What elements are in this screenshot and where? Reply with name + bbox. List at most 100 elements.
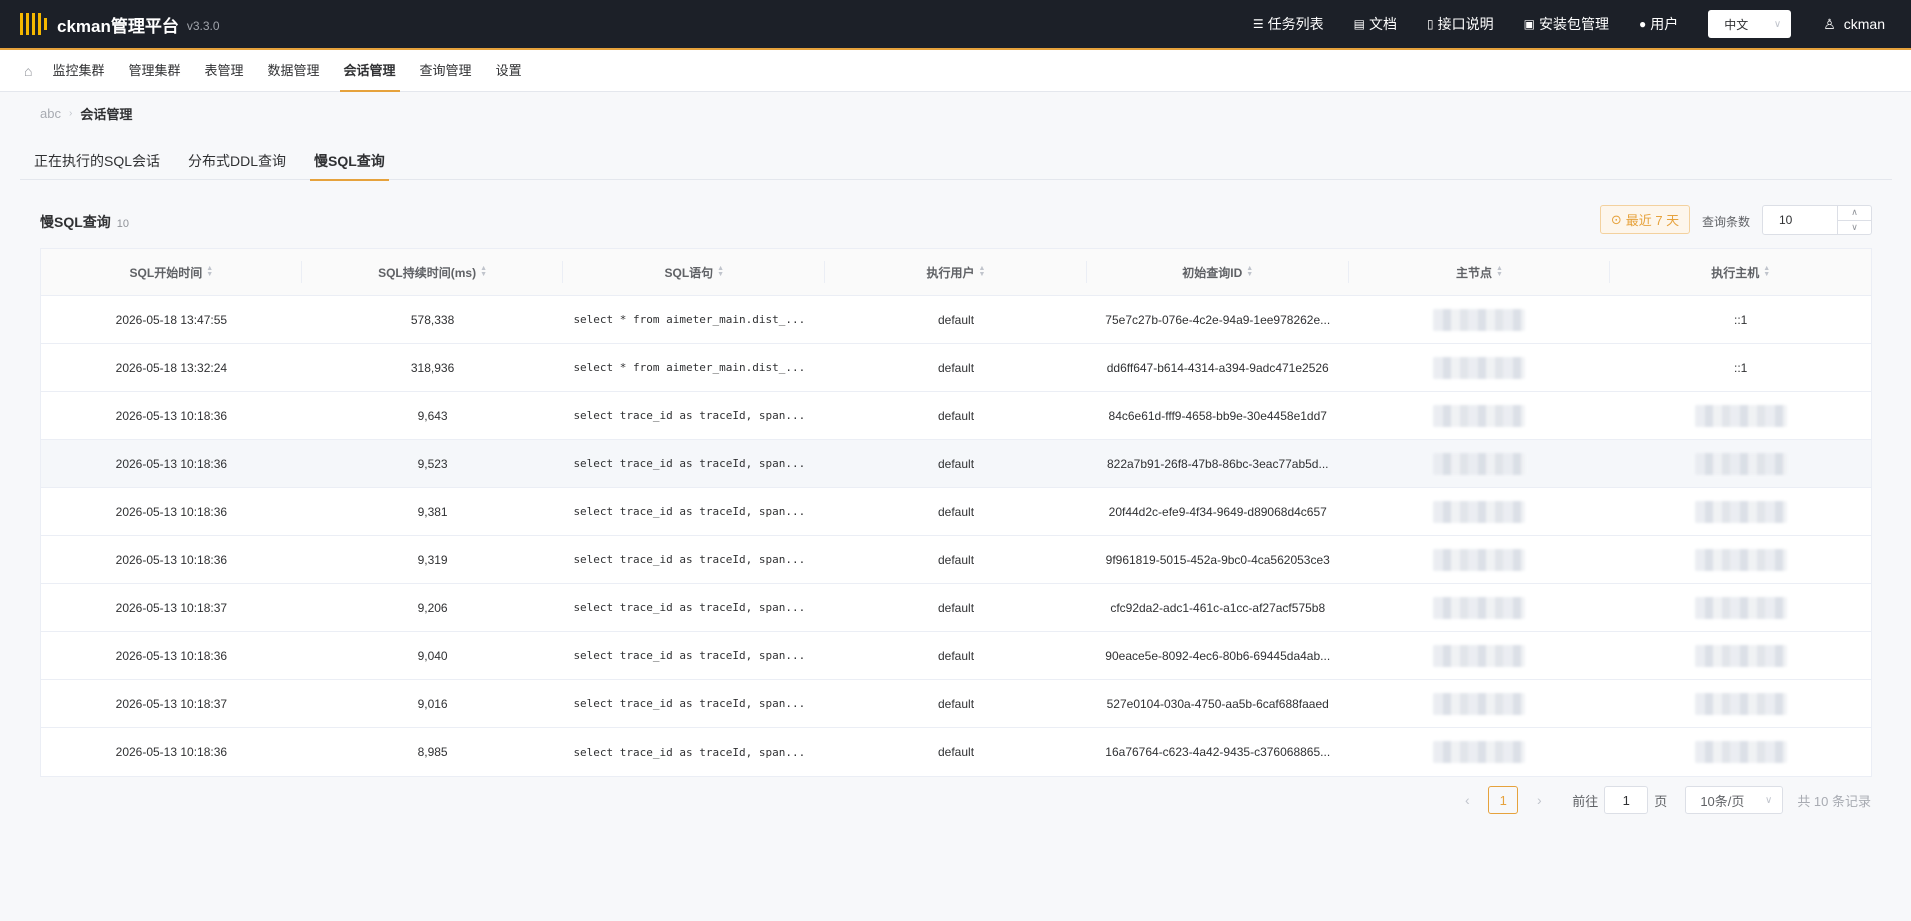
column-header-label: 执行主机 (1711, 265, 1760, 280)
cell-sql: select trace_id as traceId, span... (573, 409, 806, 422)
app-logo[interactable]: ckman管理平台 v3.3.0 (20, 12, 220, 37)
redacted-value (1694, 548, 1787, 571)
cell-master-node (1349, 392, 1611, 439)
recent-days-button[interactable]: ⊙ 最近 7 天 (1600, 205, 1690, 234)
query-limit-stepper[interactable]: 10 ∧ ∨ (1762, 205, 1872, 235)
cell-start-time: 2026-05-13 10:18:36 (115, 408, 228, 423)
list-icon: ☰ (1252, 17, 1264, 31)
table-row[interactable]: 2026-05-13 10:18:36 9,381 select trace_id … (41, 488, 1871, 536)
cell-duration: 318,936 (410, 360, 455, 375)
tab-monitor-cluster[interactable]: 监控集群 (52, 50, 104, 92)
sort-icon[interactable]: ▲ ▼ (979, 265, 986, 278)
table-row[interactable]: 2026-05-13 10:18:37 9,206 select trace_id … (41, 584, 1871, 632)
page-size-value: 10条/页 (1700, 793, 1745, 809)
table-header: SQL开始时间 ▲ ▼ SQL持续时间(ms) ▲ ▼ SQL语句 ▲ ▼ 执行用户 ▲ ▼ 初… (41, 249, 1871, 296)
nav-packages-label: 安装包管理 (1538, 16, 1609, 32)
redacted-value (1433, 308, 1526, 331)
table-row[interactable]: 2026-05-13 10:18:36 9,040 select trace_id … (41, 632, 1871, 680)
cell-start-time: 2026-05-18 13:32:24 (115, 360, 228, 375)
tab-data-manage[interactable]: 数据管理 (268, 50, 320, 92)
table-row[interactable]: 2026-05-13 10:18:36 9,643 select trace_id … (41, 392, 1871, 440)
next-page-icon[interactable]: › (1528, 792, 1550, 808)
nav-task-list-label: 任务列表 (1267, 16, 1324, 32)
redacted-value (1694, 692, 1787, 715)
breadcrumb: abc › 会话管理 (40, 104, 132, 123)
prev-page-icon[interactable]: ‹ (1456, 792, 1478, 808)
sort-icon[interactable]: ▲ ▼ (1496, 265, 1503, 278)
query-limit-value[interactable]: 10 (1763, 206, 1837, 234)
query-limit-label: 查询条数 (1702, 215, 1751, 229)
tab-query-manage[interactable]: 查询管理 (420, 50, 472, 92)
nav-packages[interactable]: ▣ 安装包管理 (1524, 14, 1609, 34)
column-header[interactable]: 执行用户 ▲ ▼ (825, 249, 1087, 295)
cell-duration: 9,206 (417, 600, 448, 615)
user-menu[interactable]: ♙ ckman (1823, 16, 1885, 33)
page-number[interactable]: 1 (1488, 786, 1519, 814)
nav-api[interactable]: ▯ 接口说明 (1427, 14, 1494, 34)
tab-manage-cluster[interactable]: 管理集群 (128, 50, 180, 92)
table-row[interactable]: 2026-05-18 13:47:55 578,338 select * from … (41, 296, 1871, 344)
nav-task-list[interactable]: ☰ 任务列表 (1253, 14, 1324, 34)
redacted-value (1433, 644, 1526, 667)
column-header[interactable]: 初始查询ID ▲ ▼ (1087, 249, 1349, 295)
column-header[interactable]: SQL语句 ▲ ▼ (563, 249, 825, 295)
cell-duration: 9,643 (417, 408, 448, 423)
language-select[interactable]: 中文 ∨ (1708, 10, 1792, 38)
cell-query-id: 75e7c27b-076e-4c2e-94a9-1ee978262e... (1105, 312, 1331, 327)
tab-slow-sql[interactable]: 慢SQL查询 (310, 146, 389, 181)
session-tabs: 正在执行的SQL会话 分布式DDL查询 慢SQL查询 (20, 146, 1892, 181)
breadcrumb-cluster[interactable]: abc (40, 106, 61, 121)
tab-settings[interactable]: 设置 (496, 50, 522, 92)
nav-users[interactable]: ● 用户 (1639, 14, 1678, 34)
recent-days-label: 最近 7 天 (1625, 213, 1680, 228)
cell-duration: 9,319 (417, 552, 448, 567)
cell-exec-host (1610, 728, 1871, 776)
table-row[interactable]: 2026-05-13 10:18:36 9,523 select trace_id … (41, 440, 1871, 488)
cell-master-node (1349, 728, 1611, 776)
table-row[interactable]: 2026-05-18 13:32:24 318,936 select * from … (41, 344, 1871, 392)
slow-sql-table: SQL开始时间 ▲ ▼ SQL持续时间(ms) ▲ ▼ SQL语句 ▲ ▼ 执行用户 ▲ ▼ 初… (40, 248, 1872, 777)
sort-icon[interactable]: ▲ ▼ (206, 265, 213, 278)
column-header[interactable]: SQL持续时间(ms) ▲ ▼ (302, 249, 564, 295)
cell-duration: 8,985 (417, 745, 448, 759)
sort-icon[interactable]: ▲ ▼ (1246, 265, 1253, 278)
sort-icon[interactable]: ▲ ▼ (1763, 265, 1770, 278)
tab-running-sessions[interactable]: 正在执行的SQL会话 (30, 146, 164, 180)
tab-session-manage[interactable]: 会话管理 (339, 50, 400, 92)
table-row[interactable]: 2026-05-13 10:18:37 9,016 select trace_id … (41, 680, 1871, 728)
cell-user: default (938, 408, 975, 423)
chevron-right-icon: › (68, 108, 73, 119)
cell-user: default (938, 600, 975, 615)
tab-distributed-ddl[interactable]: 分布式DDL查询 (184, 146, 290, 180)
column-header[interactable]: 执行主机 ▲ ▼ (1610, 249, 1871, 295)
chevron-down-icon[interactable]: ∨ (1838, 221, 1871, 235)
redacted-value (1433, 692, 1526, 715)
chevron-up-icon[interactable]: ∧ (1838, 206, 1871, 221)
redacted-value (1694, 404, 1787, 427)
users-icon: ● (1638, 17, 1647, 31)
nav-docs[interactable]: ▤ 文档 (1354, 14, 1397, 34)
cell-master-node (1349, 440, 1611, 487)
table-row[interactable]: 2026-05-13 10:18:36 8,985 select trace_id … (41, 728, 1871, 776)
goto-page-input[interactable]: 1 (1604, 786, 1649, 814)
redacted-value (1433, 500, 1526, 523)
sort-icon[interactable]: ▲ ▼ (480, 265, 487, 278)
cell-exec-host (1610, 584, 1871, 631)
cell-sql: select * from aimeter_main.dist_... (573, 313, 806, 326)
home-icon[interactable]: ⌂ (24, 63, 32, 79)
cell-user: default (938, 745, 975, 759)
cluster-subnav: ⌂ 监控集群 管理集群 表管理 数据管理 会话管理 查询管理 设置 (0, 50, 1911, 92)
cell-start-time: 2026-05-13 10:18:36 (115, 504, 228, 519)
cell-user: default (938, 648, 975, 663)
cell-start-time: 2026-05-13 10:18:37 (115, 696, 228, 711)
book-icon: ▤ (1353, 17, 1365, 31)
redacted-value (1694, 500, 1787, 523)
page-size-select[interactable]: 10条/页 ∨ (1685, 786, 1784, 814)
redacted-value (1433, 452, 1526, 475)
column-header[interactable]: SQL开始时间 ▲ ▼ (41, 249, 302, 295)
table-body: 2026-05-18 13:47:55 578,338 select * from … (41, 296, 1871, 776)
table-row[interactable]: 2026-05-13 10:18:36 9,319 select trace_id … (41, 536, 1871, 584)
column-header[interactable]: 主节点 ▲ ▼ (1349, 249, 1611, 295)
tab-table-manage[interactable]: 表管理 (205, 50, 244, 92)
sort-icon[interactable]: ▲ ▼ (717, 265, 724, 278)
